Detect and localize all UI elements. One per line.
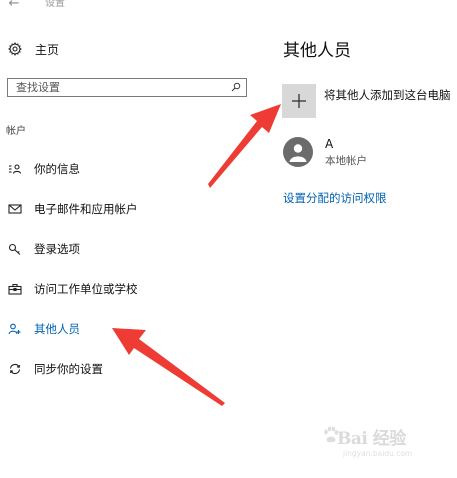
people-add-icon: [8, 323, 21, 335]
sidebar-item-your-info[interactable]: 你的信息: [0, 158, 250, 180]
sidebar-item-label: 你的信息: [34, 162, 80, 176]
sidebar-item-work-school[interactable]: 访问工作单位或学校: [0, 278, 250, 300]
gear-icon: [8, 42, 22, 56]
briefcase-icon: [8, 283, 22, 295]
home-nav-item[interactable]: 主页: [8, 40, 59, 58]
add-person-label: 将其他人添加到这台电脑: [324, 88, 451, 102]
sync-icon: [9, 363, 21, 375]
page-title: 其他人员: [283, 41, 351, 61]
sidebar-item-label: 电子邮件和应用帐户: [34, 202, 138, 216]
sidebar-item-label: 同步你的设置: [34, 362, 103, 376]
sidebar-item-label: 访问工作单位或学校: [34, 282, 138, 296]
section-label-accounts: 帐户: [6, 126, 26, 137]
sidebar-item-label: 其他人员: [34, 322, 80, 336]
search-icon[interactable]: [231, 82, 241, 92]
home-label: 主页: [35, 42, 60, 57]
watermark-brand: Bai 经验: [337, 429, 406, 449]
assigned-access-link[interactable]: 设置分配的访问权限: [283, 190, 387, 206]
local-user-entry[interactable]: A 本地帐户: [282, 136, 457, 170]
avatar: [283, 137, 313, 167]
person-card-icon: [9, 164, 22, 174]
main-panel: 其他人员 将其他人添加到这台电脑 A 本地帐户 设置分配的访问权限: [262, 0, 457, 478]
search-input[interactable]: [8, 79, 223, 95]
sidebar-item-sign-in-options[interactable]: 登录选项: [0, 238, 250, 260]
add-tile[interactable]: [282, 84, 316, 118]
mail-icon: [8, 204, 22, 214]
search-box[interactable]: [7, 78, 247, 97]
sidebar-item-label: 登录选项: [34, 242, 80, 256]
settings-window: ← 设置 主页 帐户: [0, 0, 457, 478]
add-other-person-button[interactable]: 将其他人添加到这台电脑: [282, 84, 457, 120]
baidu-watermark: Bai 经验 jingyan.baidu.com: [323, 424, 443, 464]
watermark-url: jingyan.baidu.com: [343, 449, 413, 458]
sidebar-item-other-people[interactable]: 其他人员: [0, 318, 250, 340]
plus-icon: [292, 94, 306, 108]
sidebar: 主页 帐户 你的信息: [0, 0, 262, 478]
user-account-type: 本地帐户: [325, 155, 367, 167]
sidebar-item-sync-settings[interactable]: 同步你的设置: [0, 358, 250, 380]
sidebar-item-email-accounts[interactable]: 电子邮件和应用帐户: [0, 198, 250, 220]
user-avatar-icon: [289, 144, 307, 162]
key-icon: [8, 243, 21, 255]
user-name: A: [325, 137, 334, 151]
